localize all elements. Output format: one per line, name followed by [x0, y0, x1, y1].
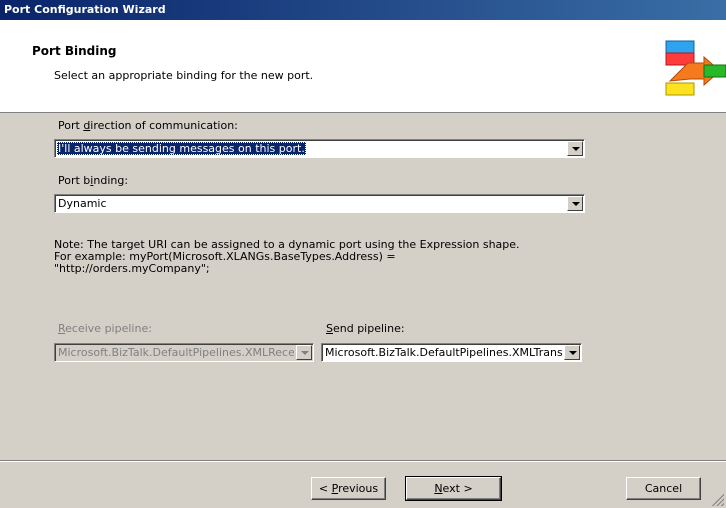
receive-pipeline-label: Receive pipeline:: [58, 322, 152, 335]
chevron-down-icon: [296, 345, 312, 360]
receive-pipeline-combobox: Microsoft.BizTalk.DefaultPipelines.XMLRe…: [54, 343, 314, 362]
cancel-button[interactable]: Cancel: [626, 477, 701, 500]
wizard-header: Port Binding Select an appropriate bindi…: [0, 20, 726, 113]
wizard-window: Port Configuration Wizard Port Binding S…: [0, 0, 726, 508]
page-subtitle: Select an appropriate binding for the ne…: [54, 69, 314, 82]
direction-value: I'll always be sending messages on this …: [57, 142, 306, 155]
page-title: Port Binding: [32, 44, 117, 58]
chevron-down-icon[interactable]: [567, 141, 583, 156]
note-text: Note: The target URI can be assigned to …: [54, 239, 594, 275]
binding-label: Port binding:: [58, 174, 129, 187]
next-button[interactable]: Next >: [405, 476, 502, 501]
button-separator: [0, 460, 726, 462]
binding-combobox[interactable]: Dynamic: [54, 194, 585, 213]
chevron-down-icon[interactable]: [564, 345, 580, 360]
send-pipeline-value: Microsoft.BizTalk.DefaultPipelines.XMLTr…: [325, 346, 562, 359]
direction-label: Port direction of communication:: [58, 119, 238, 132]
receive-pipeline-value: Microsoft.BizTalk.DefaultPipelines.XMLRe…: [58, 346, 294, 359]
send-pipeline-combobox[interactable]: Microsoft.BizTalk.DefaultPipelines.XMLTr…: [321, 343, 582, 362]
window-title: Port Configuration Wizard: [4, 3, 166, 16]
send-pipeline-label: Send pipeline:: [326, 322, 405, 335]
title-bar[interactable]: Port Configuration Wizard: [0, 0, 726, 20]
note-line-3: "http://orders.myCompany";: [54, 262, 210, 275]
direction-combobox[interactable]: I'll always be sending messages on this …: [54, 139, 585, 158]
binding-value: Dynamic: [58, 197, 107, 210]
previous-button[interactable]: < Previous: [311, 477, 386, 500]
resize-grip-icon[interactable]: [712, 494, 724, 506]
port-wizard-icon: [665, 40, 726, 96]
chevron-down-icon[interactable]: [567, 196, 583, 211]
